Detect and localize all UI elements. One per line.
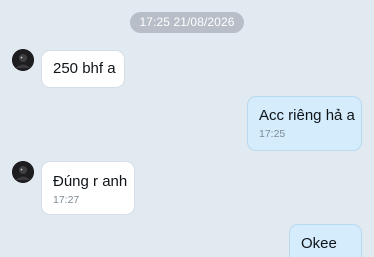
message-text: Okee xyxy=(301,235,337,252)
date-separator: 17:25 21/08/2026 xyxy=(130,12,244,33)
contact-avatar-icon[interactable] xyxy=(12,161,34,183)
message-timestamp: 17:25 xyxy=(259,128,286,140)
message-bubble-incoming[interactable]: Đúng r anh 17:27 xyxy=(41,161,135,215)
message-text: 250 bhf a xyxy=(53,60,116,77)
message-bubble-outgoing[interactable]: Okee xyxy=(289,224,362,257)
message-text: Acc riêng hả a xyxy=(259,107,355,124)
chat-thread[interactable]: 17:25 21/08/2026 250 bhf a Acc riêng hả … xyxy=(0,0,374,257)
message-text: Đúng r anh xyxy=(53,173,128,190)
message-bubble-outgoing[interactable]: Acc riêng hả a 17:25 xyxy=(247,96,362,151)
message-bubble-incoming[interactable]: 250 bhf a xyxy=(41,50,125,88)
contact-avatar-icon[interactable] xyxy=(12,49,34,71)
message-timestamp: 17:27 xyxy=(53,194,80,206)
